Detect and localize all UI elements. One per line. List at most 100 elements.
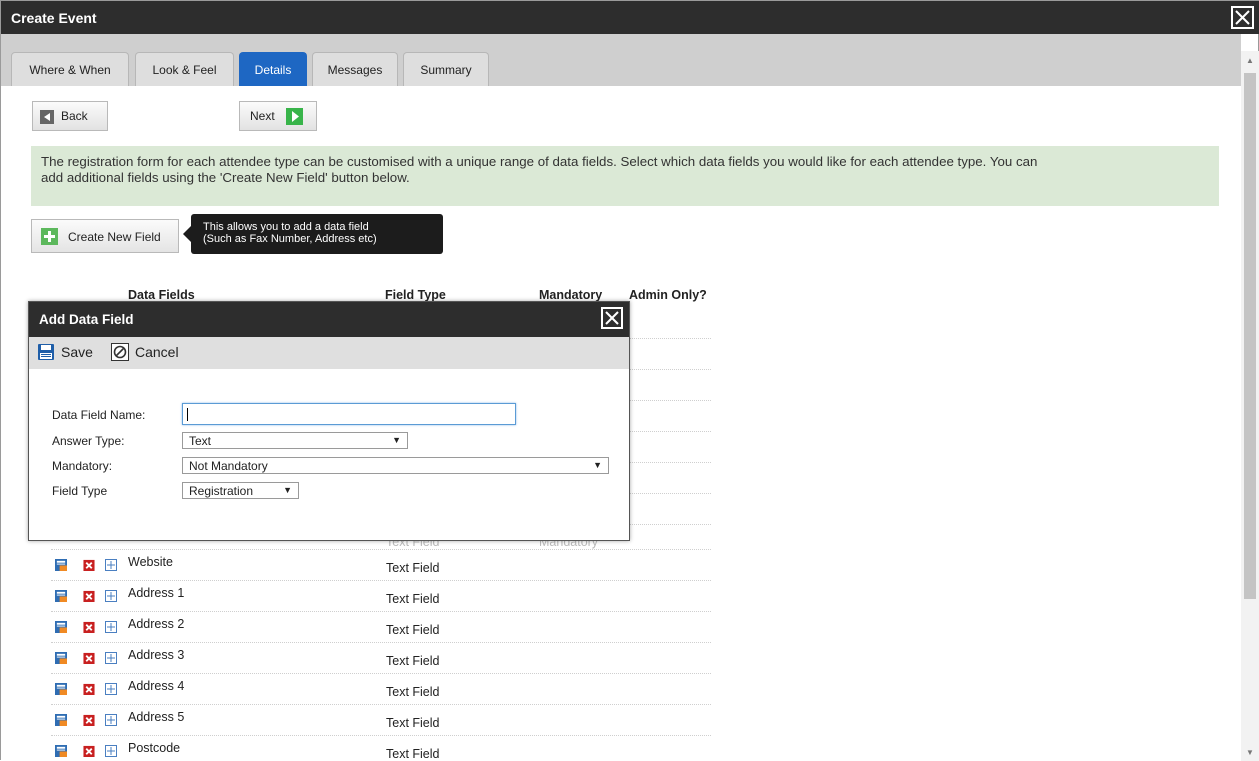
window-titlebar: Create Event (1, 1, 1259, 34)
mandatory-select[interactable]: Not Mandatory ▼ (182, 457, 609, 474)
tab-label: Messages (327, 63, 383, 77)
close-icon (1235, 10, 1250, 25)
column-header-field-type: Field Type (385, 288, 446, 302)
table-row: Address 2 Text Field (51, 612, 711, 643)
row-field-name: Address 4 (128, 679, 185, 693)
chevron-down-icon: ▼ (392, 435, 401, 445)
banner-line-2: add additional fields using the 'Create … (41, 170, 410, 185)
delete-icon[interactable] (83, 714, 95, 726)
tab-bar: Where & When Look & Feel Details Message… (1, 34, 1241, 86)
delete-icon[interactable] (83, 683, 95, 695)
row-field-type: Text Field (386, 623, 440, 637)
dialog-title-text: Add Data Field (39, 312, 134, 327)
tab-label: Summary (420, 63, 472, 77)
window-close-button[interactable] (1231, 6, 1254, 29)
tab-where-when[interactable]: Where & When (11, 52, 129, 86)
create-field-tooltip: This allows you to add a data field (Suc… (183, 214, 443, 254)
tooltip-line-2: (Such as Fax Number, Address etc) (203, 233, 377, 245)
row-field-name: Address 2 (128, 617, 185, 631)
scroll-down-arrow-icon[interactable]: ▼ (1241, 745, 1259, 761)
dialog-title: Add Data Field (29, 302, 629, 337)
table-row: Address 1 Text Field (51, 581, 711, 612)
move-icon[interactable] (105, 621, 117, 633)
edit-field-icon[interactable] (55, 683, 67, 695)
row-field-name: Address 5 (128, 710, 185, 724)
row-field-type: Text Field (386, 561, 440, 575)
field-type-select[interactable]: Registration ▼ (182, 482, 299, 499)
answer-type-select[interactable]: Text ▼ (182, 432, 408, 449)
text-caret (187, 408, 188, 421)
move-icon[interactable] (105, 745, 117, 757)
edit-field-icon[interactable] (55, 559, 67, 571)
mandatory-label: Mandatory: (52, 459, 113, 473)
tab-messages[interactable]: Messages (312, 52, 398, 86)
dialog-close-button[interactable] (601, 307, 623, 329)
cancel-icon (111, 343, 129, 361)
edit-field-icon[interactable] (55, 652, 67, 664)
delete-icon[interactable] (83, 621, 95, 633)
create-event-window: Create Event Where & When Look & Feel De… (0, 0, 1259, 761)
tab-summary[interactable]: Summary (403, 52, 489, 86)
edit-field-icon[interactable] (55, 621, 67, 633)
chevron-down-icon: ▼ (593, 460, 602, 470)
field-type-label: Field Type (52, 484, 108, 498)
column-header-mandatory: Mandatory (539, 288, 603, 302)
answer-type-value: Text (189, 434, 212, 448)
back-button[interactable]: Back (32, 101, 108, 131)
tooltip-line-1: This allows you to add a data field (203, 221, 369, 233)
row-field-name: Address 3 (128, 648, 185, 662)
cancel-label: Cancel (135, 344, 179, 360)
create-new-field-button[interactable]: Create New Field (31, 219, 179, 253)
back-label: Back (61, 109, 88, 123)
row-field-type: Text Field (386, 592, 440, 606)
delete-icon[interactable] (83, 590, 95, 602)
tab-details[interactable]: Details (239, 52, 307, 86)
arrow-left-icon (40, 110, 54, 124)
add-data-field-dialog: Add Data Field Save Cancel Data Field Na… (28, 301, 630, 541)
row-field-name: Website (128, 555, 173, 569)
delete-icon[interactable] (83, 559, 95, 571)
tab-label: Look & Feel (152, 63, 217, 77)
chevron-down-icon: ▼ (283, 485, 292, 495)
column-header-admin-only: Admin Only? (629, 288, 707, 302)
close-icon (605, 311, 619, 325)
banner-line-1: The registration form for each attendee … (41, 154, 1038, 169)
create-new-field-label: Create New Field (68, 230, 161, 244)
row-field-type: Text Field (386, 716, 440, 730)
vertical-scrollbar[interactable]: ▲ ▼ (1241, 51, 1259, 761)
move-icon[interactable] (105, 683, 117, 695)
row-field-type: Text Field (386, 747, 440, 761)
table-row: Address 5 Text Field (51, 705, 711, 736)
move-icon[interactable] (105, 714, 117, 726)
next-button[interactable]: Next (239, 101, 317, 131)
save-label: Save (61, 344, 93, 360)
table-row: Website Text Field (51, 550, 711, 581)
edit-field-icon[interactable] (55, 745, 67, 757)
table-row: Postcode Text Field (51, 736, 711, 761)
next-label: Next (250, 109, 275, 123)
row-field-name: Address 1 (128, 586, 185, 600)
mandatory-value: Not Mandatory (189, 459, 268, 473)
field-type-value: Registration (189, 484, 254, 498)
row-field-type: Text Field (386, 685, 440, 699)
answer-type-label: Answer Type: (52, 434, 125, 448)
edit-field-icon[interactable] (55, 714, 67, 726)
delete-icon[interactable] (83, 652, 95, 664)
scroll-up-arrow-icon[interactable]: ▲ (1241, 53, 1259, 69)
data-field-name-input[interactable] (182, 403, 516, 425)
scroll-thumb[interactable] (1244, 73, 1256, 599)
tab-label: Where & When (29, 63, 111, 77)
tab-label: Details (254, 63, 292, 77)
tab-look-feel[interactable]: Look & Feel (135, 52, 234, 86)
dialog-toolbar: Save Cancel (29, 337, 629, 369)
delete-icon[interactable] (83, 745, 95, 757)
edit-field-icon[interactable] (55, 590, 67, 602)
row-field-name: Postcode (128, 741, 181, 755)
column-header-data-fields: Data Fields (128, 288, 195, 302)
move-icon[interactable] (105, 559, 117, 571)
data-field-name-label: Data Field Name: (52, 408, 146, 422)
move-icon[interactable] (105, 652, 117, 664)
move-icon[interactable] (105, 590, 117, 602)
row-field-type: Text Field (386, 654, 440, 668)
plus-icon (41, 228, 58, 245)
